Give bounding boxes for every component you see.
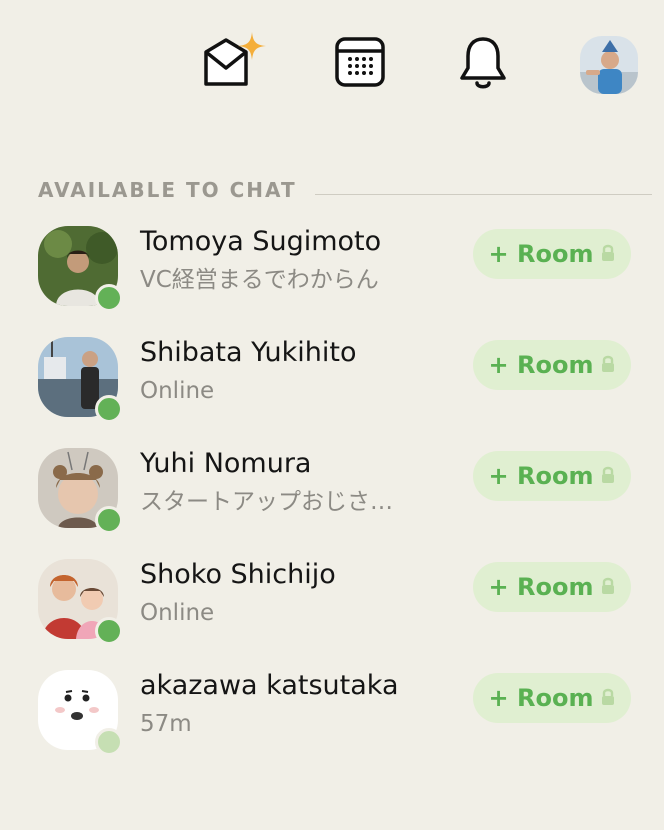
user-name: akazawa katsutaka: [140, 670, 399, 701]
user-name: Tomoya Sugimoto: [140, 226, 382, 257]
lock-icon: [601, 573, 615, 601]
top-bar: [0, 0, 664, 120]
add-room-button[interactable]: + Room: [473, 451, 631, 501]
user-name: Shoko Shichijo: [140, 559, 336, 590]
user-row[interactable]: Yuhi Nomura スタートアップおじさ… + Room: [0, 448, 664, 548]
user-name: Shibata Yukihito: [140, 337, 357, 368]
profile-avatar[interactable]: [580, 36, 638, 94]
user-row[interactable]: Shoko Shichijo Online + Room: [0, 559, 664, 659]
user-avatar-wrap: [38, 226, 123, 312]
user-avatar-wrap: [38, 559, 123, 645]
user-avatar-wrap: [38, 337, 123, 423]
user-name: Yuhi Nomura: [140, 448, 312, 479]
user-avatar-wrap: [38, 670, 123, 756]
user-status: VC経営まるでわからん: [140, 267, 379, 293]
lock-icon: [601, 462, 615, 490]
envelope-sparkle-icon[interactable]: [200, 30, 276, 90]
away-status-dot: [95, 728, 123, 756]
room-button-label: + Room: [488, 462, 594, 490]
room-button-label: + Room: [488, 573, 594, 601]
lock-icon: [601, 351, 615, 379]
add-room-button[interactable]: + Room: [473, 229, 631, 279]
add-room-button[interactable]: + Room: [473, 673, 631, 723]
lock-icon: [601, 684, 615, 712]
user-status: Online: [140, 378, 215, 404]
section-title: AVAILABLE TO CHAT: [38, 178, 297, 202]
room-button-label: + Room: [488, 240, 594, 268]
user-row[interactable]: akazawa katsutaka 57m + Room: [0, 670, 664, 770]
section-divider: [314, 193, 652, 195]
user-status: 57m: [140, 711, 192, 737]
online-status-dot: [95, 395, 123, 423]
bell-icon[interactable]: [458, 34, 508, 92]
add-room-button[interactable]: + Room: [473, 340, 631, 390]
add-room-button[interactable]: + Room: [473, 562, 631, 612]
online-status-dot: [95, 617, 123, 645]
user-row[interactable]: Tomoya Sugimoto VC経営まるでわからん + Room: [0, 226, 664, 326]
section-header: AVAILABLE TO CHAT: [38, 176, 652, 204]
lock-icon: [601, 240, 615, 268]
online-status-dot: [95, 284, 123, 312]
user-status: Online: [140, 600, 215, 626]
room-button-label: + Room: [488, 684, 594, 712]
online-status-dot: [95, 506, 123, 534]
calendar-icon[interactable]: [334, 36, 388, 90]
user-row[interactable]: Shibata Yukihito Online + Room: [0, 337, 664, 437]
user-avatar-wrap: [38, 448, 123, 534]
room-button-label: + Room: [488, 351, 594, 379]
user-status: スタートアップおじさ…: [140, 489, 393, 515]
